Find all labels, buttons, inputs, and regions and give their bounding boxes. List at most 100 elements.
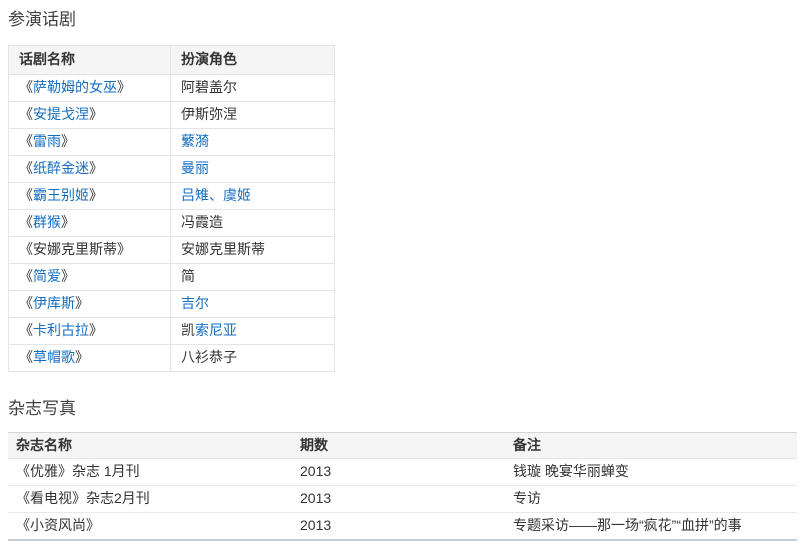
- role-cell: 阿碧盖尔: [171, 75, 335, 102]
- book-title-mark-close: 》: [75, 295, 89, 311]
- magazine-name-cell: 《小资风尚》: [8, 513, 292, 541]
- column-header-magazine-name: 杂志名称: [8, 433, 292, 459]
- column-header-drama-name: 话剧名称: [9, 46, 171, 75]
- drama-title-link[interactable]: 雷雨: [33, 133, 61, 149]
- drama-name-cell: 《萨勒姆的女巫》: [9, 75, 171, 102]
- drama-title-link[interactable]: 群猴: [33, 214, 61, 230]
- book-title-mark-close: 》: [61, 268, 75, 284]
- table-row: 《萨勒姆的女巫》阿碧盖尔: [9, 75, 335, 102]
- role-cell: 冯霞造: [171, 210, 335, 237]
- role-text: 八衫恭子: [181, 349, 237, 365]
- role-link[interactable]: 蘩漪: [181, 133, 209, 149]
- note-cell: 专题采访——那一场“疯花”“血拼”的事: [505, 513, 797, 541]
- book-title-mark-close: 》: [89, 322, 103, 338]
- drama-table: 话剧名称 扮演角色 《萨勒姆的女巫》阿碧盖尔《安提戈涅》伊斯弥涅《雷雨》蘩漪《纸…: [8, 45, 335, 372]
- book-title-mark-close: 》: [117, 79, 131, 95]
- drama-name-cell: 《简爱》: [9, 264, 171, 291]
- issue-cell: 2013: [292, 513, 505, 541]
- table-row: 《小资风尚》2013专题采访——那一场“疯花”“血拼”的事: [8, 513, 797, 541]
- note-cell: 钱璇 晚宴华丽蝉变: [505, 459, 797, 486]
- book-title-mark-open: 《: [19, 349, 33, 365]
- role-cell: 八衫恭子: [171, 345, 335, 372]
- issue-cell: 2013: [292, 486, 505, 513]
- book-title-mark-open: 《: [19, 106, 33, 122]
- table-row: 《群猴》冯霞造: [9, 210, 335, 237]
- drama-title-link[interactable]: 纸醉金迷: [33, 160, 89, 176]
- role-link[interactable]: 吉尔: [181, 295, 209, 311]
- role-text: 凯: [181, 322, 195, 338]
- drama-title-link[interactable]: 伊库斯: [33, 295, 75, 311]
- magazine-table-body: 《优雅》杂志 1月刊2013钱璇 晚宴华丽蝉变《看电视》杂志2月刊2013专访《…: [8, 459, 797, 541]
- drama-name-cell: 《雷雨》: [9, 129, 171, 156]
- drama-name-cell: 《草帽歌》: [9, 345, 171, 372]
- drama-title-link[interactable]: 草帽歌: [33, 349, 75, 365]
- role-text: 伊斯弥涅: [181, 106, 237, 122]
- drama-title-link[interactable]: 安提戈涅: [33, 106, 89, 122]
- drama-title-link[interactable]: 卡利古拉: [33, 322, 89, 338]
- book-title-mark-open: 《: [19, 295, 33, 311]
- role-cell: 蘩漪: [171, 129, 335, 156]
- table-row: 《雷雨》蘩漪: [9, 129, 335, 156]
- book-title-mark-open: 《: [19, 268, 33, 284]
- table-row: 《草帽歌》八衫恭子: [9, 345, 335, 372]
- book-title-mark-close: 》: [61, 133, 75, 149]
- magazine-name-cell: 《看电视》杂志2月刊: [8, 486, 292, 513]
- table-row: 《霸王别姬》吕雉、虞姬: [9, 183, 335, 210]
- book-title-mark-close: 》: [89, 106, 103, 122]
- drama-name-cell: 《伊库斯》: [9, 291, 171, 318]
- column-header-note: 备注: [505, 433, 797, 459]
- drama-title-link[interactable]: 萨勒姆的女巫: [33, 79, 117, 95]
- magazine-table: 杂志名称 期数 备注 《优雅》杂志 1月刊2013钱璇 晚宴华丽蝉变《看电视》杂…: [8, 432, 797, 541]
- drama-name-cell: 《安提戈涅》: [9, 102, 171, 129]
- table-row: 《卡利古拉》凯索尼亚: [9, 318, 335, 345]
- book-title-mark-close: 》: [117, 241, 131, 257]
- table-row: 《安娜克里斯蒂》安娜克里斯蒂: [9, 237, 335, 264]
- book-title-mark-open: 《: [19, 133, 33, 149]
- section-title-magazines: 杂志写真: [8, 399, 795, 419]
- book-title-mark-open: 《: [19, 322, 33, 338]
- role-cell: 凯索尼亚: [171, 318, 335, 345]
- book-title-mark-open: 《: [19, 79, 33, 95]
- drama-name-cell: 《安娜克里斯蒂》: [9, 237, 171, 264]
- book-title-mark-close: 》: [89, 160, 103, 176]
- table-row: 《优雅》杂志 1月刊2013钱璇 晚宴华丽蝉变: [8, 459, 797, 486]
- drama-table-body: 《萨勒姆的女巫》阿碧盖尔《安提戈涅》伊斯弥涅《雷雨》蘩漪《纸醉金迷》曼丽《霸王别…: [9, 75, 335, 372]
- column-header-issue: 期数: [292, 433, 505, 459]
- role-link[interactable]: 曼丽: [181, 160, 209, 176]
- role-text: 阿碧盖尔: [181, 79, 237, 95]
- drama-title-text: 安娜克里斯蒂: [33, 241, 117, 257]
- book-title-mark-open: 《: [19, 187, 33, 203]
- magazine-name-cell: 《优雅》杂志 1月刊: [8, 459, 292, 486]
- section-title-dramas: 参演话剧: [8, 10, 795, 30]
- drama-name-cell: 《纸醉金迷》: [9, 156, 171, 183]
- table-header-row: 话剧名称 扮演角色: [9, 46, 335, 75]
- drama-name-cell: 《霸王别姬》: [9, 183, 171, 210]
- role-link[interactable]: 索尼亚: [195, 322, 237, 338]
- column-header-role: 扮演角色: [171, 46, 335, 75]
- table-row: 《安提戈涅》伊斯弥涅: [9, 102, 335, 129]
- role-cell: 伊斯弥涅: [171, 102, 335, 129]
- role-cell: 吉尔: [171, 291, 335, 318]
- book-title-mark-close: 》: [61, 214, 75, 230]
- book-title-mark-open: 《: [19, 214, 33, 230]
- table-row: 《纸醉金迷》曼丽: [9, 156, 335, 183]
- page-content: 参演话剧 话剧名称 扮演角色 《萨勒姆的女巫》阿碧盖尔《安提戈涅》伊斯弥涅《雷雨…: [0, 0, 803, 541]
- role-text: 安娜克里斯蒂: [181, 241, 265, 257]
- table-row: 《伊库斯》吉尔: [9, 291, 335, 318]
- book-title-mark-close: 》: [89, 187, 103, 203]
- role-cell: 安娜克里斯蒂: [171, 237, 335, 264]
- issue-cell: 2013: [292, 459, 505, 486]
- note-cell: 专访: [505, 486, 797, 513]
- drama-name-cell: 《群猴》: [9, 210, 171, 237]
- table-row: 《简爱》简: [9, 264, 335, 291]
- drama-name-cell: 《卡利古拉》: [9, 318, 171, 345]
- role-cell: 简: [171, 264, 335, 291]
- drama-title-link[interactable]: 简爱: [33, 268, 61, 284]
- book-title-mark-open: 《: [19, 160, 33, 176]
- book-title-mark-close: 》: [75, 349, 89, 365]
- table-header-row: 杂志名称 期数 备注: [8, 433, 797, 459]
- drama-title-link[interactable]: 霸王别姬: [33, 187, 89, 203]
- role-text: 冯霞造: [181, 214, 223, 230]
- book-title-mark-open: 《: [19, 241, 33, 257]
- role-link[interactable]: 吕雉、虞姬: [181, 187, 251, 203]
